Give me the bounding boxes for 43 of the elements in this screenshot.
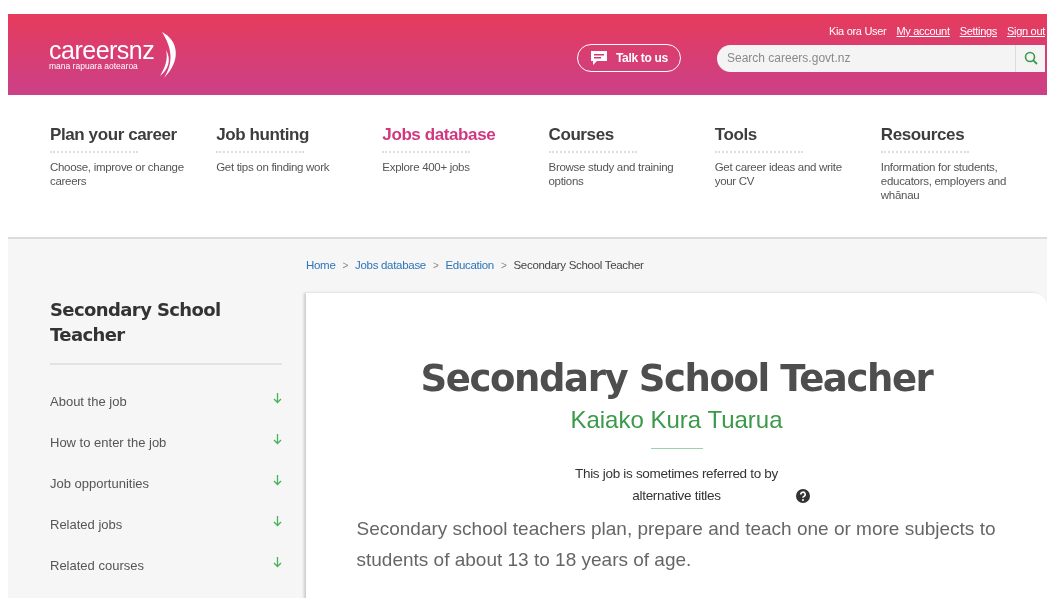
breadcrumb-link[interactable]: Home xyxy=(306,259,336,271)
account-link[interactable]: My account xyxy=(896,25,950,37)
nav-description: Get career ideas and write your CV xyxy=(714,160,843,188)
chat-icon xyxy=(589,50,608,66)
down-arrow-icon xyxy=(273,557,282,568)
sidebar-link[interactable]: About the job xyxy=(50,384,282,425)
breadcrumb-separator: > xyxy=(432,259,439,271)
sidebar-link[interactable]: How to enter the job xyxy=(50,425,282,466)
breadcrumb-separator: > xyxy=(500,259,507,271)
nav-link[interactable]: Resources xyxy=(880,125,1047,145)
nav-link[interactable]: Plan your career xyxy=(50,125,217,145)
account-link[interactable]: Sign out xyxy=(1007,25,1045,37)
greeting-text: Kia ora User xyxy=(828,25,887,37)
sidebar-link[interactable]: Related jobs xyxy=(50,507,282,548)
job-title: Secondary School Teacher xyxy=(420,357,933,400)
nav-description: Get tips on finding work xyxy=(216,160,331,174)
nav-link[interactable]: Tools xyxy=(714,125,881,145)
logo-wordmark[interactable]: careersnz xyxy=(49,38,155,62)
nav-link[interactable]: Jobs database xyxy=(382,125,549,145)
nav-description: Browse study and training options xyxy=(548,160,675,188)
account-link[interactable]: Settings xyxy=(959,25,998,37)
breadcrumb-current: Secondary School Teacher xyxy=(513,259,644,271)
search-icon xyxy=(1023,51,1038,65)
logo-tagline: mana rapuara aotearoa xyxy=(49,62,139,71)
nav-description: Information for students, educators, employers and whānau xyxy=(880,160,1007,202)
sidebar-link[interactable]: Job opportunities xyxy=(50,466,282,507)
sidebar-heading: Secondary School Teacher xyxy=(50,298,222,347)
down-arrow-icon xyxy=(273,434,282,445)
nav-link[interactable]: Job hunting xyxy=(216,125,383,145)
help-icon xyxy=(795,489,810,503)
maori-title: Kaiako Kura Tuarua xyxy=(570,406,783,434)
down-arrow-icon xyxy=(273,475,282,486)
sidebar-link[interactable]: Related courses xyxy=(50,548,282,589)
down-arrow-icon xyxy=(273,516,282,527)
job-summary: Secondary school teachers plan, prepare and teach one or more subjects to students of about 13 to 18 years of age. xyxy=(356,517,997,572)
alternative-titles-note: This job is sometimes referred to by alternative titles xyxy=(574,465,779,505)
breadcrumb-link[interactable]: Jobs database xyxy=(355,259,426,271)
down-arrow-icon xyxy=(273,393,282,404)
nav-link[interactable]: Courses xyxy=(548,125,715,145)
nav-description: Explore 400+ jobs xyxy=(382,160,471,174)
breadcrumb-separator: > xyxy=(342,259,349,271)
breadcrumb-link[interactable]: Education xyxy=(445,259,494,271)
nav-description: Choose, improve or change careers xyxy=(50,160,185,188)
